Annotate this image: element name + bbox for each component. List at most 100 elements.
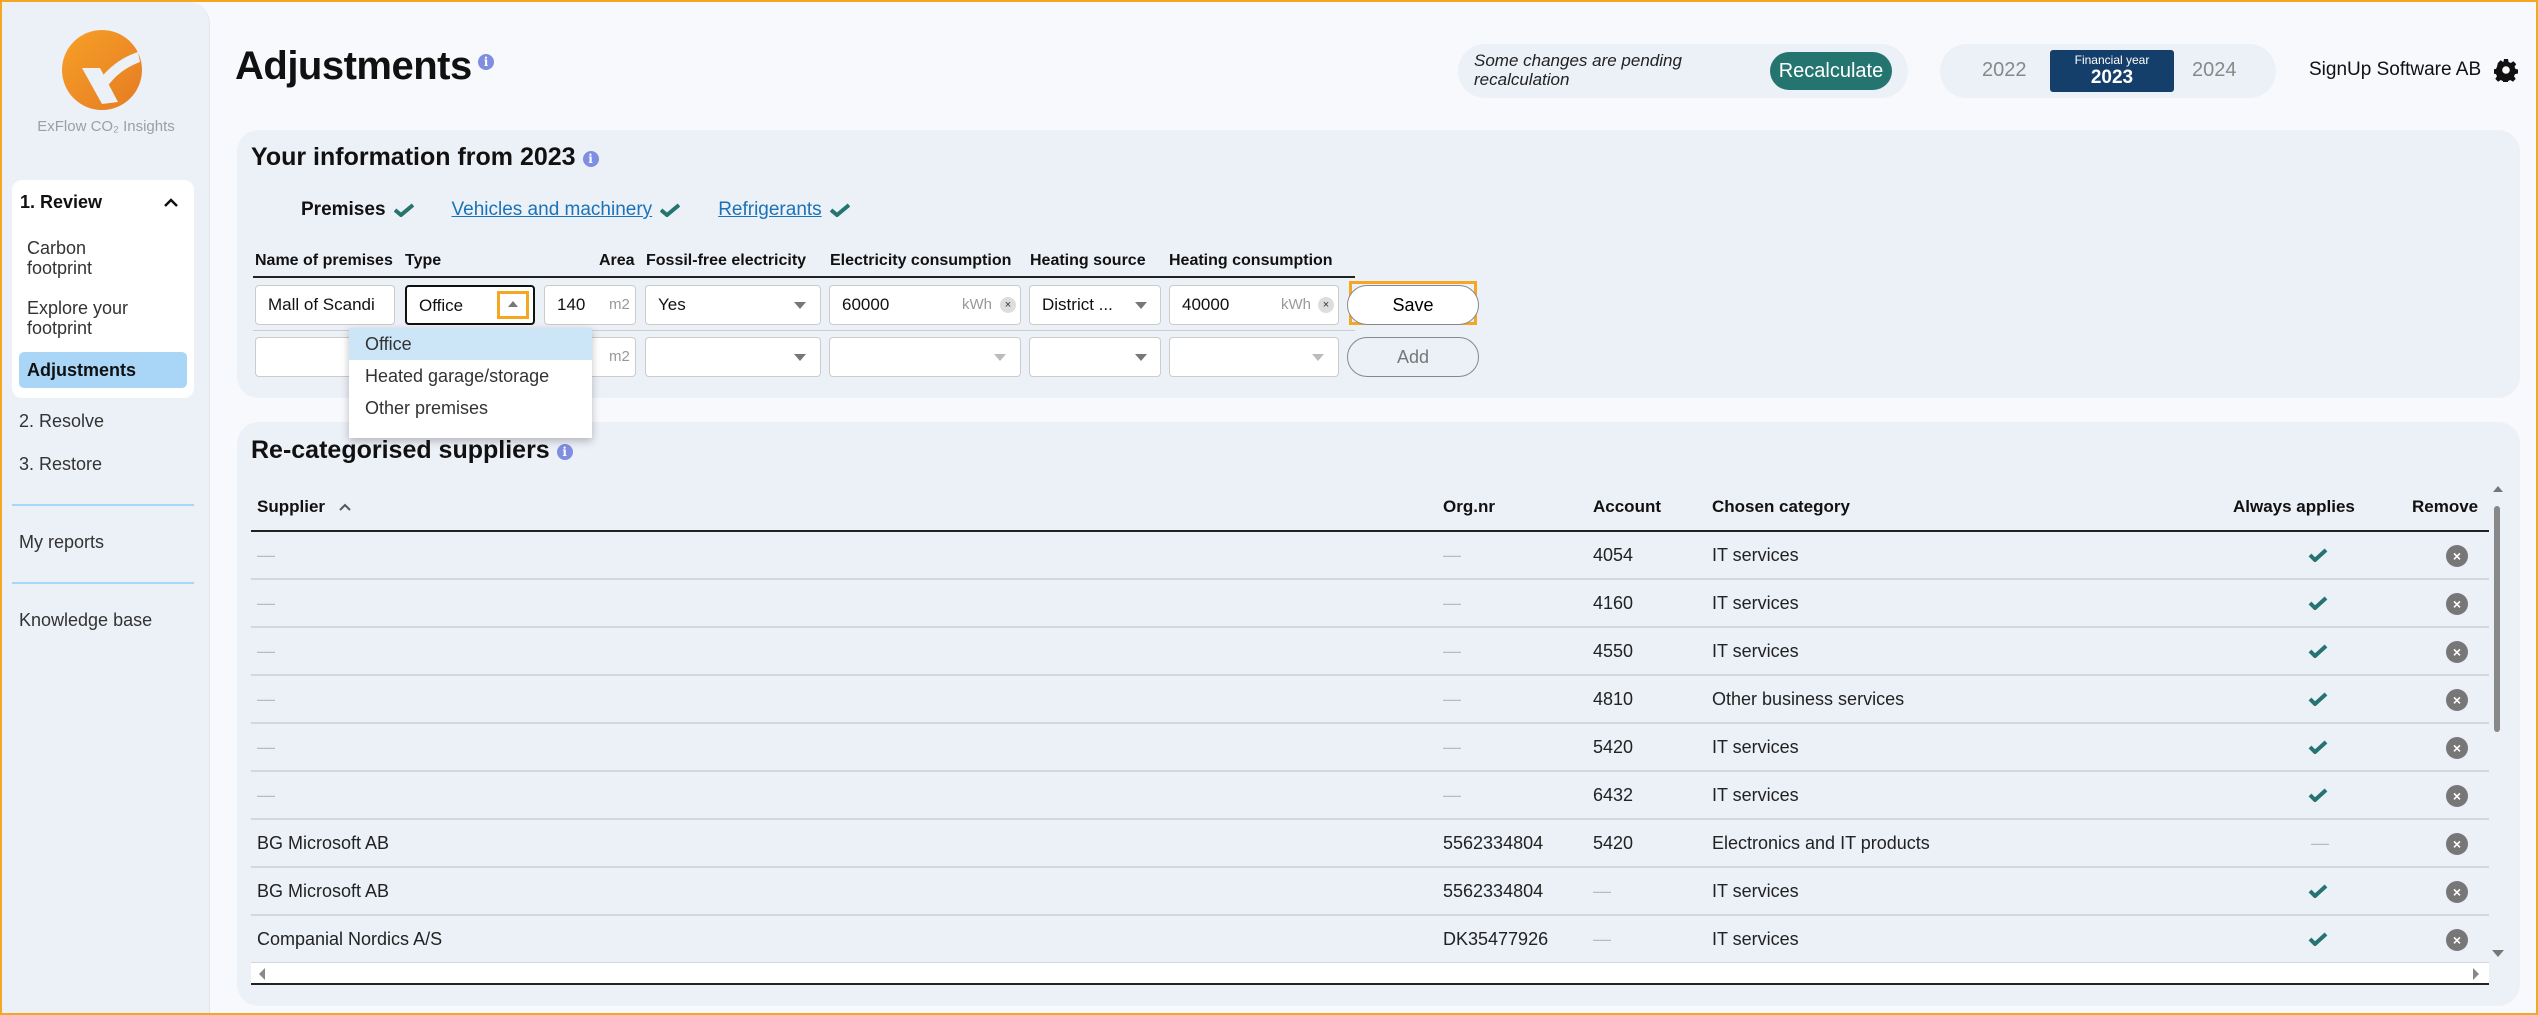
year-active-value: 2023	[2090, 67, 2134, 88]
remove-icon[interactable]: ×	[2446, 785, 2468, 807]
type-option-heated-garage[interactable]: Heated garage/storage	[349, 360, 592, 392]
page-title: Adjustments	[235, 44, 472, 88]
type-dropdown-toggle[interactable]	[497, 291, 529, 319]
remove-icon[interactable]: ×	[2446, 881, 2468, 903]
cell-account: 6432	[1593, 785, 1634, 805]
caret-down-icon	[1135, 302, 1147, 309]
remove-icon[interactable]: ×	[2446, 737, 2468, 759]
tab-vehicles-link[interactable]: Vehicles and machinery	[452, 199, 653, 221]
cell-org-nr: 5562334804	[1443, 881, 1544, 901]
year-active-label: Financial year	[2074, 53, 2150, 67]
type-option-other-premises[interactable]: Other premises	[349, 392, 592, 424]
cell-supplier: —	[257, 737, 275, 757]
caret-down-icon	[794, 354, 806, 361]
save-button[interactable]: Save	[1347, 285, 1479, 325]
col-remove: Remove	[2412, 497, 2479, 516]
add-button[interactable]: Add	[1347, 337, 1479, 377]
check-icon	[2308, 548, 2328, 562]
sidebar-item-resolve[interactable]: 2. Resolve	[19, 411, 104, 432]
remove-icon[interactable]: ×	[2446, 689, 2468, 711]
sidebar-item-restore[interactable]: 3. Restore	[19, 454, 102, 475]
table-row: — — 6432 IT services ×	[251, 772, 2489, 820]
tab-refrigerants-link[interactable]: Refrigerants	[718, 199, 822, 221]
cell-supplier: BG Microsoft AB	[257, 833, 390, 853]
sidebar-item-knowledge-base[interactable]: Knowledge base	[19, 610, 152, 631]
cell-account: 5420	[1593, 737, 1634, 757]
tab-vehicles[interactable]: Vehicles and machinery	[452, 199, 681, 221]
sidebar-item-my-reports[interactable]: My reports	[19, 532, 104, 553]
check-icon	[2308, 884, 2328, 898]
type-option-office[interactable]: Office	[349, 328, 592, 360]
year-option-next[interactable]: 2024	[2192, 59, 2237, 82]
electricity-input[interactable]: 60000	[829, 285, 1021, 325]
heating-input[interactable]: 40000	[1169, 285, 1339, 325]
horizontal-scrollbar[interactable]	[251, 963, 2489, 985]
sidebar-item-explore-footprint[interactable]: Explore your footprint	[27, 298, 157, 338]
tab-premises[interactable]: Premises	[301, 199, 414, 221]
tab-refrigerants[interactable]: Refrigerants	[718, 199, 850, 221]
electricity-value: 60000	[842, 295, 890, 314]
sidebar-item-adjustments[interactable]: Adjustments	[19, 352, 187, 388]
cell-account: 4054	[1593, 545, 1634, 565]
header-divider	[253, 276, 1355, 278]
suppliers-panel: Re-categorised suppliers i Supplier Org.…	[237, 422, 2520, 1006]
year-option-active[interactable]: Financial year 2023	[2050, 50, 2174, 92]
scroll-right-icon[interactable]	[2471, 967, 2481, 981]
cell-account: 5420	[1593, 833, 1634, 853]
info-icon[interactable]: i	[582, 151, 599, 167]
logo-text: ExFlow CO₂ Insights	[37, 118, 175, 135]
gear-icon[interactable]	[2494, 58, 2518, 82]
scroll-down-icon[interactable]	[2492, 950, 2504, 957]
remove-icon[interactable]: ×	[2446, 929, 2468, 951]
table-row: — — 4054 IT services ×	[251, 532, 2489, 580]
vertical-scrollbar[interactable]	[2490, 484, 2506, 964]
recalculate-button[interactable]: Recalculate	[1770, 52, 1892, 90]
chevron-up-icon[interactable]	[162, 194, 180, 212]
nav-group-review: 1. Review Carbon footprint Explore your …	[12, 180, 194, 398]
sidebar-item-carbon-footprint[interactable]: Carbon footprint	[27, 238, 127, 278]
cell-category: IT services	[1712, 785, 1799, 805]
remove-icon[interactable]: ×	[2446, 833, 2468, 855]
cell-category: IT services	[1712, 881, 1799, 901]
col-supplier[interactable]: Supplier	[257, 497, 352, 517]
col-electricity-consumption: Electricity consumption	[830, 252, 1012, 269]
check-icon	[2308, 596, 2328, 610]
cell-org-nr: —	[1443, 545, 1461, 565]
year-option-prev[interactable]: 2022	[1982, 59, 2027, 82]
cell-category: IT services	[1712, 641, 1799, 661]
check-icon	[660, 203, 681, 217]
suppliers-panel-title-text: Re-categorised suppliers	[251, 436, 550, 464]
check-icon	[393, 203, 414, 217]
remove-icon[interactable]: ×	[2446, 593, 2468, 615]
tab-premises-label: Premises	[301, 199, 386, 220]
clear-icon[interactable]: ×	[1318, 297, 1334, 313]
caret-down-icon	[994, 354, 1006, 361]
cell-category: IT services	[1712, 737, 1799, 757]
caret-down-icon	[794, 302, 806, 309]
new-electricity-input[interactable]	[829, 337, 1021, 377]
sort-ascending-icon[interactable]	[338, 502, 352, 512]
col-fossil-free-electricity: Fossil-free electricity	[646, 252, 807, 269]
pending-banner: Some changes are pending recalculation R…	[1458, 44, 1908, 98]
check-icon	[829, 203, 850, 217]
scroll-up-icon[interactable]	[2493, 486, 2503, 492]
fossil-free-value: Yes	[658, 295, 686, 314]
info-icon[interactable]: i	[556, 444, 573, 460]
remove-icon[interactable]: ×	[2446, 545, 2468, 567]
col-supplier-label: Supplier	[257, 497, 326, 516]
nav-group-review-toggle[interactable]: 1. Review	[20, 192, 102, 213]
remove-icon[interactable]: ×	[2446, 641, 2468, 663]
table-row: — — 4810 Other business services ×	[251, 676, 2489, 724]
cell-supplier: —	[257, 689, 275, 709]
clear-icon[interactable]: ×	[1000, 297, 1016, 313]
heating-value: 40000	[1182, 295, 1230, 314]
cell-supplier: Companial Nordics A/S	[257, 929, 443, 949]
col-heating-consumption: Heating consumption	[1169, 252, 1333, 269]
info-icon[interactable]: i	[478, 54, 494, 70]
col-always-applies: Always applies	[2233, 497, 2355, 516]
cell-org-nr: DK35477926	[1443, 929, 1549, 949]
premises-name-input[interactable]: Mall of Scandi	[255, 285, 395, 325]
scroll-left-icon[interactable]	[257, 967, 267, 981]
scroll-thumb[interactable]	[2494, 506, 2500, 732]
pending-text: Some changes are pending recalculation	[1474, 51, 1682, 89]
